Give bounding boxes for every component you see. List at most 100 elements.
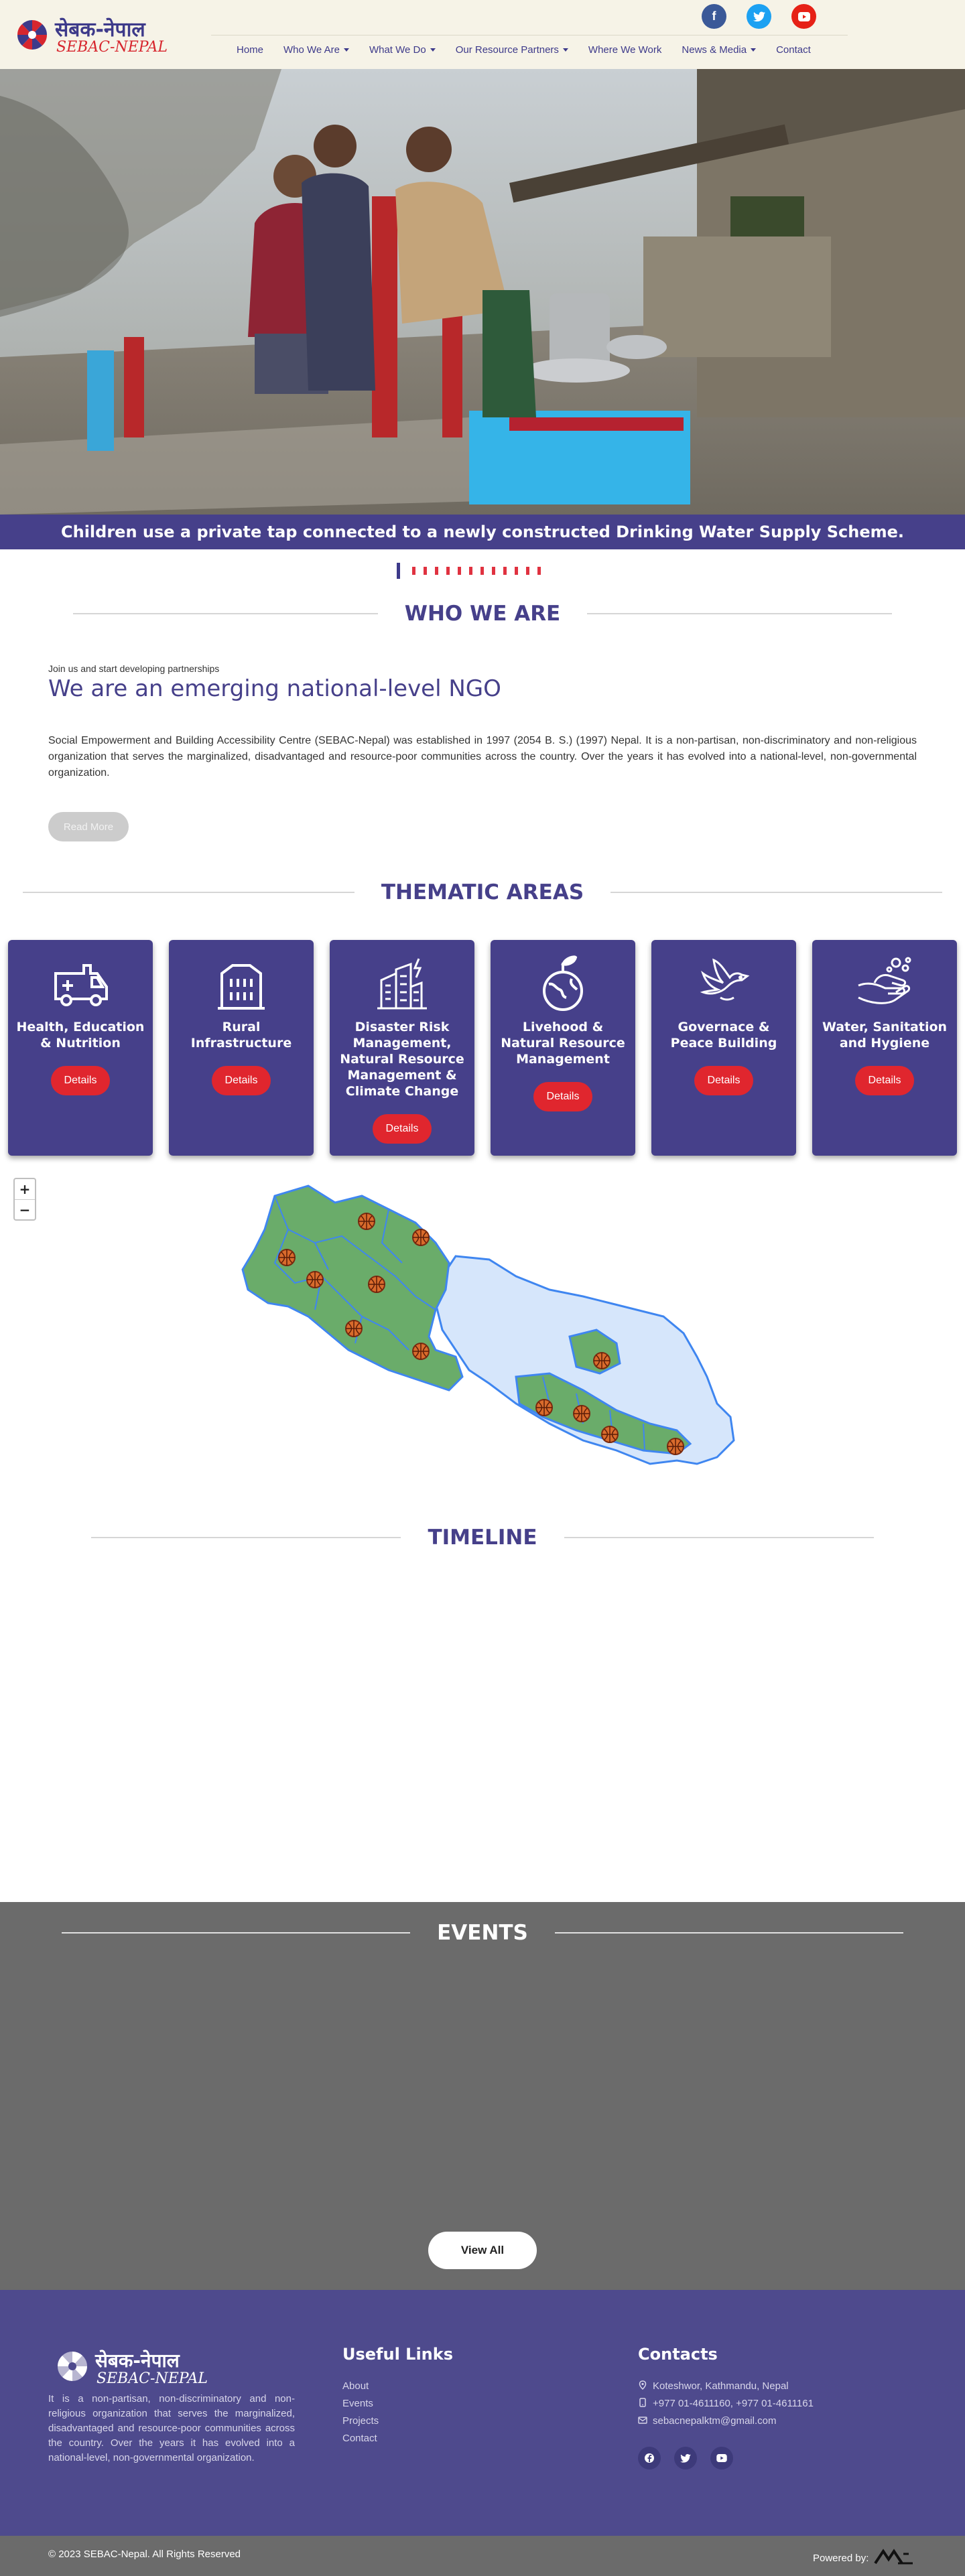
hero-caption: Children use a private tap connected to … xyxy=(61,523,904,541)
thematic-card[interactable]: Disaster Risk Management, Natural Resour… xyxy=(330,940,474,1156)
logo-text-nepali: सेबक-नेपाल xyxy=(55,18,145,42)
slider-dot[interactable] xyxy=(458,567,461,575)
nav-item-who-we-are[interactable]: Who We Are xyxy=(273,44,359,56)
footer-address: Koteshwor, Kathmandu, Nepal xyxy=(653,2380,789,2392)
footer-phone[interactable]: +977 01-4611160, +977 01-4611161 xyxy=(653,2398,814,2409)
facebook-icon[interactable] xyxy=(638,2447,661,2469)
events-title-row: EVENTS xyxy=(0,1921,965,1945)
nav-label: Our Resource Partners xyxy=(455,44,559,56)
basketball-marker-icon[interactable] xyxy=(573,1405,590,1422)
footer-logo[interactable]: सेबक-नेपाल SEBAC-NEPAL xyxy=(55,2348,229,2388)
building-icon xyxy=(218,964,265,1010)
footer-useful-links-title: Useful Links xyxy=(342,2345,454,2364)
slider-dot-active[interactable] xyxy=(397,563,400,579)
basketball-marker-icon[interactable] xyxy=(306,1271,324,1288)
slider-dot[interactable] xyxy=(503,567,507,575)
details-button[interactable]: Details xyxy=(373,1114,432,1144)
nav-label: What We Do xyxy=(369,44,426,56)
chevron-down-icon xyxy=(430,48,436,52)
zoom-in-button[interactable]: + xyxy=(15,1179,35,1199)
footer-social-links xyxy=(638,2447,733,2469)
footer-logo-nepali: सेबक-नेपाल xyxy=(95,2350,180,2372)
location-pin-icon xyxy=(638,2380,647,2392)
details-button[interactable]: Details xyxy=(533,1082,592,1111)
basketball-marker-icon[interactable] xyxy=(601,1426,619,1443)
footer-email[interactable]: sebacnepalktm@gmail.com xyxy=(653,2415,776,2427)
read-more-button[interactable]: Read More xyxy=(48,812,129,841)
section-title-who-we-are: WHO WE ARE xyxy=(404,602,561,626)
powered-by: Powered by: xyxy=(813,2549,914,2567)
view-all-button[interactable]: View All xyxy=(428,2232,537,2269)
thematic-card[interactable]: Water, Sanitation and Hygiene Details xyxy=(812,940,957,1156)
hero-photo xyxy=(0,69,965,515)
logo-pinwheel-icon xyxy=(58,2352,87,2381)
who-we-are-title-row: WHO WE ARE xyxy=(0,602,965,626)
mobile-phone-icon xyxy=(638,2398,647,2409)
who-kicker: Join us and start developing partnership… xyxy=(48,663,220,674)
slider-dot[interactable] xyxy=(469,567,472,575)
slider-dot[interactable] xyxy=(424,567,427,575)
who-body-text: Social Empowerment and Building Accessib… xyxy=(48,735,917,778)
card-title: Rural Infrastructure xyxy=(190,1020,292,1050)
footer-link-projects[interactable]: Projects xyxy=(342,2415,379,2427)
thematic-card[interactable]: Rural Infrastructure Details xyxy=(169,940,314,1156)
nav-item-home[interactable]: Home xyxy=(227,44,273,56)
footer-link-contact[interactable]: Contact xyxy=(342,2433,379,2444)
nav-label: Where We Work xyxy=(588,44,662,56)
thematic-card[interactable]: Health, Education & Nutrition Details xyxy=(8,940,153,1156)
youtube-icon[interactable] xyxy=(791,4,816,29)
twitter-icon[interactable] xyxy=(674,2447,697,2469)
slider-dot[interactable] xyxy=(492,567,495,575)
facebook-icon[interactable]: f xyxy=(702,4,726,29)
twitter-icon[interactable] xyxy=(747,4,771,29)
logo-pinwheel-icon xyxy=(17,20,47,50)
basketball-marker-icon[interactable] xyxy=(345,1320,363,1337)
details-button[interactable]: Details xyxy=(855,1066,914,1095)
nav-item-news-media[interactable]: News & Media xyxy=(671,44,766,56)
nav-label: Who We Are xyxy=(283,44,340,56)
nav-item-contact[interactable]: Contact xyxy=(766,44,821,56)
nav-item-resource-partners[interactable]: Our Resource Partners xyxy=(446,44,578,56)
title-rule-left xyxy=(91,1537,401,1538)
card-title: Governace & Peace Building xyxy=(670,1020,777,1050)
nepal-working-area-map[interactable] xyxy=(235,1176,744,1471)
slider-dot[interactable] xyxy=(526,567,529,575)
developer-logo-icon[interactable] xyxy=(874,2549,914,2567)
footer-link-events[interactable]: Events xyxy=(342,2398,379,2409)
details-button[interactable]: Details xyxy=(212,1066,271,1095)
basketball-marker-icon[interactable] xyxy=(368,1276,385,1293)
basketball-marker-icon[interactable] xyxy=(667,1438,684,1455)
footer-address-row: Koteshwor, Kathmandu, Nepal xyxy=(638,2380,814,2392)
handwash-icon xyxy=(858,957,911,1004)
youtube-icon[interactable] xyxy=(710,2447,733,2469)
zoom-out-button[interactable]: − xyxy=(15,1199,35,1219)
thematic-card[interactable]: Livehood & Natural Resource Management D… xyxy=(491,940,635,1156)
details-button[interactable]: Details xyxy=(694,1066,753,1095)
thematic-card[interactable]: Governace & Peace Building Details xyxy=(651,940,796,1156)
card-title: Health, Education & Nutrition xyxy=(16,1020,145,1050)
powered-by-label: Powered by: xyxy=(813,2552,869,2564)
title-rule-left xyxy=(62,1932,411,1934)
nav-label: Home xyxy=(237,44,264,56)
nav-label: News & Media xyxy=(682,44,747,56)
footer-link-about[interactable]: About xyxy=(342,2380,379,2392)
details-button[interactable]: Details xyxy=(51,1066,110,1095)
slider-dot[interactable] xyxy=(435,567,438,575)
basketball-marker-icon[interactable] xyxy=(412,1343,430,1360)
thematic-cards: Health, Education & Nutrition Details Ru… xyxy=(8,940,957,1156)
slider-dot[interactable] xyxy=(446,567,450,575)
slider-dot[interactable] xyxy=(480,567,484,575)
slider-dot[interactable] xyxy=(515,567,518,575)
nav-item-where-we-work[interactable]: Where We Work xyxy=(578,44,671,56)
slider-dot[interactable] xyxy=(537,567,541,575)
slider-dot[interactable] xyxy=(412,567,415,575)
basketball-marker-icon[interactable] xyxy=(535,1399,553,1416)
basketball-marker-icon[interactable] xyxy=(412,1229,430,1246)
basketball-marker-icon[interactable] xyxy=(358,1213,375,1230)
nav-item-what-we-do[interactable]: What We Do xyxy=(359,44,446,56)
site-logo[interactable]: सेबक-नेपाल SEBAC-NEPAL xyxy=(15,12,176,59)
hero-slider-image[interactable] xyxy=(0,69,965,515)
who-heading: We are an emerging national-level NGO xyxy=(48,675,501,702)
basketball-marker-icon[interactable] xyxy=(278,1249,296,1266)
basketball-marker-icon[interactable] xyxy=(593,1352,610,1369)
